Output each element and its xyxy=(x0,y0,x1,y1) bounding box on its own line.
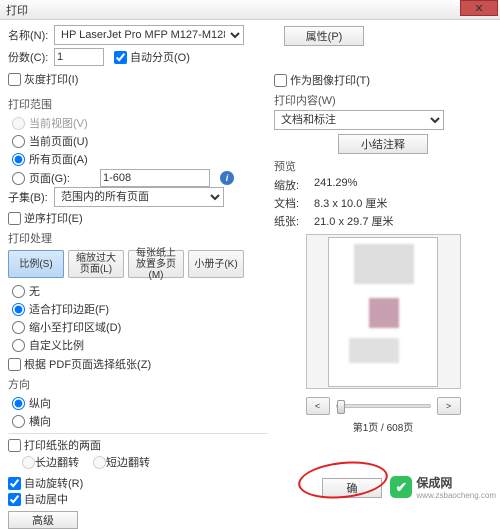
ok-button[interactable]: 确 xyxy=(322,478,382,498)
copies-label: 份数(C): xyxy=(8,49,54,65)
page-indicator: 第1页 / 608页 xyxy=(274,419,492,434)
pages-input[interactable] xyxy=(100,169,210,187)
content-select[interactable]: 文档和标注 xyxy=(274,110,444,130)
dialog-body: 名称(N): HP LaserJet Pro MFP M127-M128 PCL… xyxy=(0,20,500,500)
orient-title: 方向 xyxy=(8,376,268,392)
close-icon: ✕ xyxy=(474,2,483,15)
grayscale-checkbox[interactable] xyxy=(8,73,21,86)
next-page-button[interactable]: > xyxy=(437,397,461,415)
handling-title: 打印处理 xyxy=(8,230,268,246)
scale-custom[interactable]: 自定义比例 xyxy=(8,337,268,353)
slider-thumb[interactable] xyxy=(337,400,345,414)
shrink-radio[interactable] xyxy=(12,321,25,334)
info-icon[interactable]: i xyxy=(220,171,234,185)
all-pages-radio[interactable] xyxy=(12,153,25,166)
left-column: 名称(N): HP LaserJet Pro MFP M127-M128 PCL… xyxy=(8,26,268,500)
custom-radio[interactable] xyxy=(12,339,25,352)
as-image-checkbox[interactable] xyxy=(274,74,287,87)
zoom-row: 缩放:241.29% xyxy=(274,177,492,193)
subset-label: 子集(B): xyxy=(8,189,54,205)
printer-row: 名称(N): HP LaserJet Pro MFP M127-M128 PCL… xyxy=(8,26,268,44)
reverse-checkbox[interactable] xyxy=(8,212,21,225)
copies-input[interactable] xyxy=(54,48,104,66)
advanced-button[interactable]: 高级 xyxy=(8,511,78,529)
right-column: 属性(P) 作为图像打印(T) 打印内容(W) 文档和标注 小结注释 预览 缩放… xyxy=(268,26,492,500)
auto-center-option[interactable]: 自动居中 xyxy=(8,491,254,507)
grayscale-label: 灰度打印(I) xyxy=(24,71,78,87)
printer-select[interactable]: HP LaserJet Pro MFP M127-M128 PCLmS xyxy=(54,25,244,45)
grayscale-option[interactable]: 灰度打印(I) xyxy=(8,71,78,87)
flip-row: 长边翻转 短边翻转 xyxy=(8,453,268,471)
subset-select[interactable]: 范围内的所有页面 xyxy=(54,187,224,207)
close-button[interactable]: ✕ xyxy=(460,0,498,16)
page-slider[interactable] xyxy=(336,404,431,408)
properties-button[interactable]: 属性(P) xyxy=(284,26,364,46)
watermark: ✔ 保成网 www.zsbaocheng.com xyxy=(390,474,496,500)
portrait-radio[interactable] xyxy=(12,397,25,410)
tab-booklet[interactable]: 小册子(K) xyxy=(188,250,244,278)
summarize-button[interactable]: 小结注释 xyxy=(338,134,428,154)
range-pages[interactable]: 页面(G): i xyxy=(8,169,268,187)
range-all-pages[interactable]: 所有页面(A) xyxy=(8,151,268,167)
pages-radio[interactable] xyxy=(12,172,25,185)
auto-rotate-option[interactable]: 自动旋转(R) xyxy=(8,475,254,491)
grayscale-row: 灰度打印(I) xyxy=(8,70,268,88)
scale-fit[interactable]: 适合打印边距(F) xyxy=(8,301,268,317)
collate-checkbox[interactable] xyxy=(114,51,127,64)
watermark-icon: ✔ xyxy=(390,476,412,498)
collate-option[interactable]: 自动分页(O) xyxy=(114,49,190,65)
duplex-option[interactable]: 打印纸张的两面 xyxy=(8,437,254,453)
range-current-view[interactable]: 当前视图(V) xyxy=(8,115,268,131)
preview-page xyxy=(328,237,438,387)
printer-label: 名称(N): xyxy=(8,27,54,43)
fit-radio[interactable] xyxy=(12,303,25,316)
content-title: 打印内容(W) xyxy=(274,92,492,108)
current-view-radio xyxy=(12,117,25,130)
auto-center-checkbox[interactable] xyxy=(8,493,21,506)
orient-portrait[interactable]: 纵向 xyxy=(8,395,268,411)
title-bar: 打印 ✕ xyxy=(0,0,500,20)
preview-nav: < > xyxy=(274,397,492,415)
handling-tabs: 比例(S) 缩放过大 页面(L) 每张纸上 放置多页(M) 小册子(K) xyxy=(8,250,268,278)
duplex-checkbox[interactable] xyxy=(8,439,21,452)
as-image-option[interactable]: 作为图像打印(T) xyxy=(274,72,478,88)
reverse-option[interactable]: 逆序打印(E) xyxy=(8,210,254,226)
subset-row: 子集(B): 范围内的所有页面 xyxy=(8,188,268,206)
orient-landscape[interactable]: 横向 xyxy=(8,413,268,429)
current-page-radio[interactable] xyxy=(12,135,25,148)
prev-page-button[interactable]: < xyxy=(306,397,330,415)
short-edge-radio xyxy=(93,456,106,469)
copies-row: 份数(C): 自动分页(O) xyxy=(8,48,268,66)
preview-title: 预览 xyxy=(274,158,492,174)
landscape-radio[interactable] xyxy=(12,415,25,428)
auto-rotate-checkbox[interactable] xyxy=(8,477,21,490)
properties-row: 属性(P) xyxy=(274,26,492,46)
collate-label: 自动分页(O) xyxy=(130,49,190,65)
pdf-paper-option[interactable]: 根据 PDF页面选择纸张(Z) xyxy=(8,356,254,372)
watermark-name: 保成网 xyxy=(416,476,452,490)
scale-none[interactable]: 无 xyxy=(8,283,268,299)
scale-shrink[interactable]: 缩小至打印区域(D) xyxy=(8,319,268,335)
window-title: 打印 xyxy=(6,2,28,18)
range-current-page[interactable]: 当前页面(U) xyxy=(8,133,268,149)
tab-multiple[interactable]: 每张纸上 放置多页(M) xyxy=(128,250,184,278)
none-radio[interactable] xyxy=(12,285,25,298)
preview-pane xyxy=(306,234,461,389)
long-edge-option: 长边翻转 xyxy=(22,454,79,470)
pdf-paper-checkbox[interactable] xyxy=(8,358,21,371)
paper-row: 纸张:21.0 x 29.7 厘米 xyxy=(274,213,492,229)
long-edge-radio xyxy=(22,456,35,469)
watermark-url: www.zsbaocheng.com xyxy=(416,491,496,500)
doc-row: 文档:8.3 x 10.0 厘米 xyxy=(274,195,492,211)
short-edge-option: 短边翻转 xyxy=(93,454,150,470)
tab-scale[interactable]: 比例(S) xyxy=(8,250,64,278)
tab-shrink-large[interactable]: 缩放过大 页面(L) xyxy=(68,250,124,278)
range-title: 打印范围 xyxy=(8,96,268,112)
